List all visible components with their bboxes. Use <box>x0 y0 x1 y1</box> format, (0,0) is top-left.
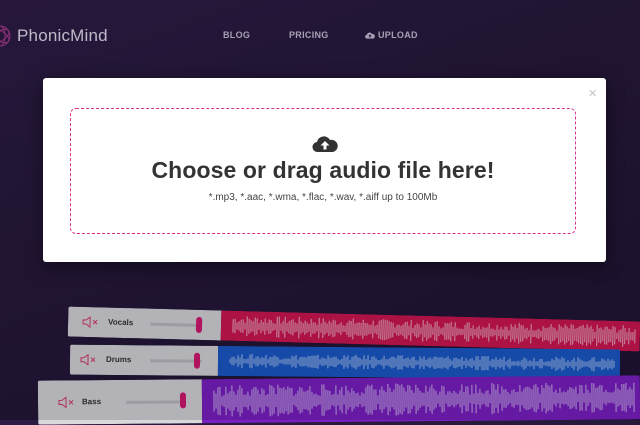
cloud-upload-icon <box>312 135 338 153</box>
upload-modal: × Choose or drag audio file here! *.mp3,… <box>43 78 606 262</box>
close-icon[interactable]: × <box>588 86 597 101</box>
supported-formats-text: *.mp3, *.aac, *.wma, *.flac, *.wav, *.ai… <box>71 192 575 203</box>
drop-zone-title: Choose or drag audio file here! <box>71 157 575 184</box>
file-drop-zone[interactable]: Choose or drag audio file here! *.mp3, *… <box>70 108 576 234</box>
